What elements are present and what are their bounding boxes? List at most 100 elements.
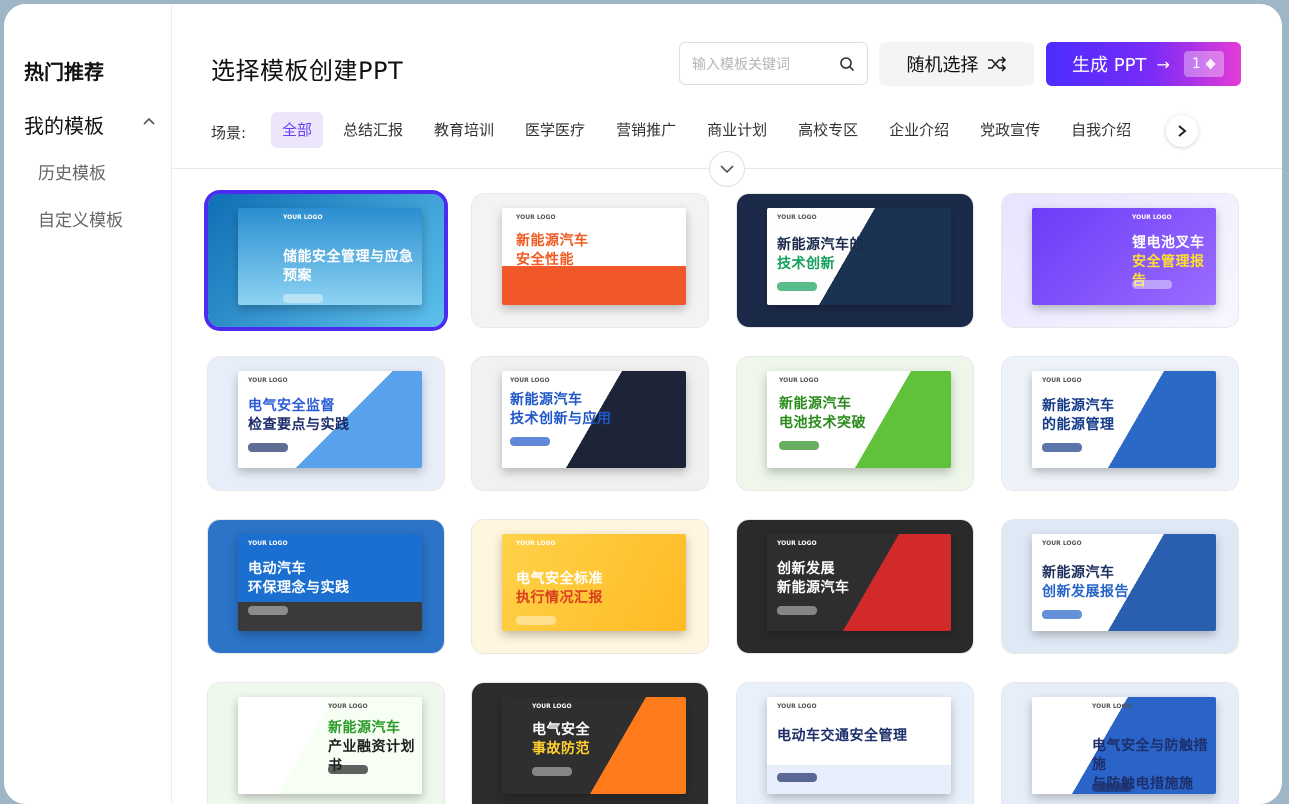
template-card[interactable]: YOUR LOGO 电气安全 事故防范 <box>472 683 708 804</box>
template-card[interactable]: YOUR LOGO 新能源汽车的能源管理 <box>1002 357 1238 490</box>
template-title-line1: 新能源汽车的 <box>777 237 864 253</box>
page-title: 选择模板创建PPT <box>211 57 404 85</box>
template-slide-preview: YOUR LOGO 电气安全标准 执行情况汇报 <box>502 534 686 631</box>
template-title-line1: 电气安全标准 <box>516 571 603 587</box>
generate-ppt-label: 生成 PPT <box>1072 55 1147 76</box>
template-title: 新能源汽车 技术创新与应用 <box>510 391 612 429</box>
tab-summary[interactable]: 总结汇报 <box>332 112 414 148</box>
expand-tabs-button[interactable] <box>709 151 745 187</box>
sidebar-item-my-templates[interactable]: 我的模板 <box>24 110 104 139</box>
sidebar-item-history[interactable]: 历史模板 <box>38 159 106 184</box>
template-title-line2: 电池技术突破 <box>779 415 866 431</box>
tab-marketing[interactable]: 营销推广 <box>605 112 687 148</box>
template-logo-text: YOUR LOGO <box>1042 377 1082 384</box>
tab-self-intro[interactable]: 自我介绍 <box>1060 112 1142 148</box>
template-slide-preview: YOUR LOGO 创新发展 新能源汽车 <box>767 534 951 631</box>
template-title: 新能源汽车的 技术创新 <box>777 236 864 274</box>
template-logo-text: YOUR LOGO <box>777 540 817 547</box>
template-info-pill <box>777 606 817 615</box>
search-input[interactable] <box>690 53 834 77</box>
template-card[interactable]: YOUR LOGO 储能安全管理与应急预案 <box>208 194 444 327</box>
tab-company-intro[interactable]: 企业介绍 <box>878 112 960 148</box>
template-slide-preview: YOUR LOGO 新能源汽车 安全性能 <box>502 208 686 305</box>
tab-medical[interactable]: 医学医疗 <box>514 112 596 148</box>
template-card[interactable]: YOUR LOGO 电气安全与防触措施 与防触电措施施 <box>1002 683 1238 804</box>
app-window: 热门推荐 我的模板 历史模板 自定义模板 选择模板创建PPT 随机选择 生成 P… <box>4 4 1282 804</box>
template-logo-text: YOUR LOGO <box>777 214 817 221</box>
template-title-line1: 电动车交通安全管理 <box>777 728 908 744</box>
template-slide-preview: YOUR LOGO 电动汽车 环保理念与实践 <box>238 534 422 631</box>
tabs-next-button[interactable] <box>1166 115 1198 147</box>
template-logo-text: YOUR LOGO <box>777 703 817 710</box>
template-slide-preview: YOUR LOGO 新能源汽车的 技术创新 <box>767 208 951 305</box>
template-slide-preview: YOUR LOGO锂电池叉车安全管理报告 <box>1032 208 1216 305</box>
template-card[interactable]: YOUR LOGO 创新发展 新能源汽车 <box>737 520 973 653</box>
sidebar-item-custom[interactable]: 自定义模板 <box>38 206 123 231</box>
template-card[interactable]: YOUR LOGO新能源汽车产业融资计划书 <box>208 683 444 804</box>
sidebar-item-hot[interactable]: 热门推荐 <box>24 56 104 85</box>
template-title-line1: 新能源汽车 <box>1042 565 1115 581</box>
tab-university[interactable]: 高校专区 <box>787 112 869 148</box>
template-info-pill <box>1042 610 1082 619</box>
template-info-pill <box>516 278 556 287</box>
tab-party-gov[interactable]: 党政宣传 <box>969 112 1051 148</box>
template-slide-preview: YOUR LOGO 新能源汽车 电池技术突破 <box>767 371 951 468</box>
tab-business-plan[interactable]: 商业计划 <box>696 112 778 148</box>
template-slide-preview: YOUR LOGO 新能源汽车 技术创新与应用 <box>502 371 686 468</box>
tab-education[interactable]: 教育培训 <box>423 112 505 148</box>
template-title-line1: 新能源汽车 <box>516 233 589 249</box>
template-info-pill <box>248 606 288 615</box>
random-select-label: 随机选择 <box>906 55 979 76</box>
template-card[interactable]: YOUR LOGO 电气安全标准 执行情况汇报 <box>472 520 708 653</box>
template-title-line2: 环保理念与实践 <box>248 580 350 596</box>
random-select-button[interactable]: 随机选择 <box>879 42 1034 86</box>
template-slide-preview: YOUR LOGO 电气安全 事故防范 <box>502 697 686 794</box>
template-card[interactable]: YOUR LOGO锂电池叉车安全管理报告 <box>1002 194 1238 327</box>
template-title-line2: 创新发展报告 <box>1042 584 1129 600</box>
template-slide-preview: YOUR LOGO 电动车交通安全管理 <box>767 697 951 794</box>
template-title-line2: 检查要点与实践 <box>248 417 350 433</box>
template-title-line1: 新能源汽车 <box>779 396 852 412</box>
template-logo-text: YOUR LOGO <box>1092 703 1132 710</box>
chevron-right-icon <box>1178 125 1187 137</box>
template-title-line2: 安全性能 <box>516 252 574 268</box>
chevron-up-icon[interactable] <box>142 114 156 128</box>
template-card[interactable]: YOUR LOGO 新能源汽车的 技术创新 <box>737 194 973 327</box>
template-card[interactable]: YOUR LOGO 电气安全监督 检查要点与实践 <box>208 357 444 490</box>
search-icon[interactable] <box>839 56 855 72</box>
template-slide-preview: YOUR LOGO 新能源汽车 创新发展报告 <box>1032 534 1216 631</box>
template-card[interactable]: YOUR LOGO 新能源汽车 创新发展报告 <box>1002 520 1238 653</box>
template-title: 新能源汽车 安全性能 <box>516 232 589 270</box>
template-info-pill <box>777 773 817 782</box>
template-info-pill <box>532 767 572 776</box>
template-card[interactable]: YOUR LOGO 电动汽车 环保理念与实践 <box>208 520 444 653</box>
template-slide-preview: YOUR LOGO 电气安全监督 检查要点与实践 <box>238 371 422 468</box>
template-card[interactable]: YOUR LOGO 新能源汽车 技术创新与应用 <box>472 357 708 490</box>
template-slide-preview: YOUR LOGO 新能源汽车的能源管理 <box>1032 371 1216 468</box>
template-slide-preview: YOUR LOGO新能源汽车产业融资计划书 <box>238 697 422 794</box>
template-title-line2: 的能源管理 <box>1042 417 1115 433</box>
template-info-pill <box>283 294 323 303</box>
template-title: 电动汽车 环保理念与实践 <box>248 560 350 598</box>
template-title-line1: 新能源汽车 <box>510 392 583 408</box>
template-logo-text: YOUR LOGO <box>510 377 550 384</box>
template-card[interactable]: YOUR LOGO 电动车交通安全管理 <box>737 683 973 804</box>
arrow-right-icon: → <box>1156 54 1170 74</box>
template-title-line1: 新能源汽车 <box>1042 398 1115 414</box>
generate-ppt-button[interactable]: 生成 PPT → 1 <box>1046 42 1241 86</box>
template-slide-preview: YOUR LOGO 电气安全与防触措施 与防触电措施施 <box>1032 697 1216 794</box>
template-card[interactable]: YOUR LOGO 新能源汽车 电池技术突破 <box>737 357 973 490</box>
chevron-down-icon <box>720 165 734 174</box>
tab-all[interactable]: 全部 <box>271 112 324 148</box>
template-card[interactable]: YOUR LOGO 新能源汽车 安全性能 <box>472 194 708 327</box>
template-title-line1: 电气安全监督 <box>248 398 335 414</box>
template-title: 新能源汽车的能源管理 <box>1042 397 1115 435</box>
template-info-pill <box>1042 443 1082 452</box>
template-title-line1: 新能源汽车 <box>328 720 401 736</box>
template-info-pill <box>248 443 288 452</box>
template-title-line1: 创新发展 <box>777 561 835 577</box>
template-title-line2: 执行情况汇报 <box>516 590 603 606</box>
template-logo-text: YOUR LOGO <box>248 540 288 547</box>
template-info-pill <box>328 765 368 774</box>
template-title: 电气安全 事故防范 <box>532 721 590 759</box>
